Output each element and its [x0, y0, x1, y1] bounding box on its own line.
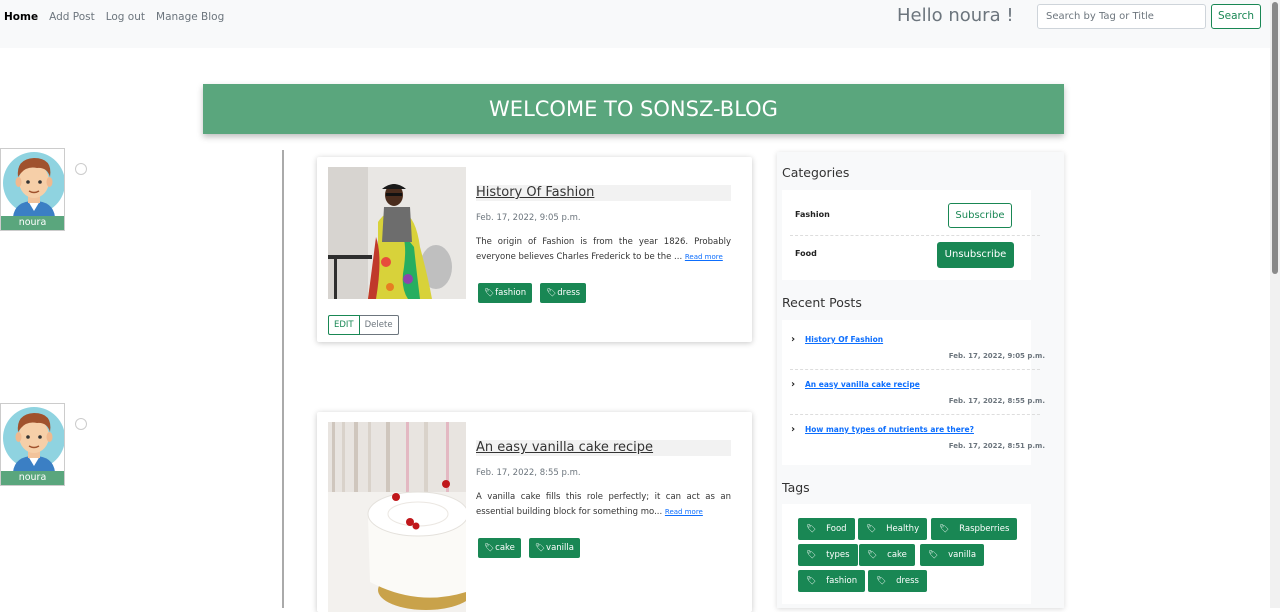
post-tag-label: fashion	[495, 288, 527, 298]
category-name-fashion: Fashion	[795, 210, 830, 219]
nav-add-post-link[interactable]: Add Post	[49, 11, 95, 23]
tag-icon: 🏷︎	[546, 288, 557, 297]
tag-icon: 🏷︎	[484, 288, 495, 297]
recent-post-link[interactable]: History Of Fashion	[805, 335, 883, 344]
page-scrollbar[interactable]	[1270, 0, 1280, 608]
post-tags: 🏷︎cake 🏷︎vanilla	[478, 538, 580, 558]
category-divider	[790, 235, 1040, 236]
avatar-author-name: noura	[1, 216, 64, 230]
tag-icon: 🏷︎	[484, 543, 495, 552]
nav-logout-link[interactable]: Log out	[106, 11, 145, 23]
author-avatar: noura	[0, 403, 65, 486]
timeline-dot	[75, 163, 87, 175]
delete-post-button[interactable]: Delete	[359, 315, 399, 335]
post-excerpt: The origin of Fashion is from the year 1…	[476, 235, 731, 265]
post-title-link[interactable]: An easy vanilla cake recipe	[476, 440, 731, 456]
avatar-author-name: noura	[1, 471, 64, 485]
post-tag-chip[interactable]: 🏷︎fashion	[478, 283, 533, 303]
sidebar-tag-label: dress	[896, 576, 919, 586]
post-tags: 🏷︎fashion 🏷︎dress	[478, 283, 587, 303]
sidebar-tag-chip[interactable]: 🏷︎ vanilla	[920, 544, 985, 566]
sidebar-tag-label: fashion	[826, 576, 858, 586]
sidebar-tag-chip[interactable]: 🏷︎ types	[798, 544, 858, 566]
search-button[interactable]: Search	[1211, 4, 1261, 29]
recent-divider	[790, 369, 1040, 370]
post-card: History Of Fashion Feb. 17, 2022, 9:05 p…	[317, 157, 752, 342]
recent-divider	[790, 414, 1040, 415]
tag-icon: 🏷︎	[939, 524, 950, 533]
top-navbar: Home Add Post Log out Manage Blog Hello …	[0, 0, 1270, 48]
category-name-food: Food	[795, 249, 817, 258]
tag-icon: 🏷︎	[867, 550, 878, 559]
nav-home-link[interactable]: Home	[4, 11, 38, 23]
tag-icon: 🏷︎	[806, 576, 817, 585]
edit-post-button[interactable]: EDIT	[328, 315, 360, 335]
read-more-link[interactable]: Read more	[685, 253, 723, 261]
recent-post-date: Feb. 17, 2022, 8:51 p.m.	[948, 442, 1045, 450]
post-excerpt: A vanilla cake fills this role perfectly…	[476, 490, 731, 520]
sidebar-tag-label: Raspberries	[959, 524, 1010, 534]
post-title-link[interactable]: History Of Fashion	[476, 185, 731, 201]
sidebar-tag-label: types	[826, 550, 850, 560]
sidebar-tag-label: vanilla	[948, 550, 977, 560]
chevron-right-icon: ›	[791, 424, 796, 435]
sidebar-tag-label: Healthy	[886, 524, 920, 534]
tag-icon: 🏷︎	[806, 550, 817, 559]
sidebar-tag-label: cake	[887, 550, 907, 560]
author-avatar: noura	[0, 148, 65, 231]
sidebar: Categories Fashion Subscribe Food Unsubs…	[777, 152, 1064, 608]
recent-post-link[interactable]: An easy vanilla cake recipe	[805, 380, 920, 389]
read-more-link[interactable]: Read more	[665, 508, 703, 516]
tag-icon: 🏷︎	[928, 550, 939, 559]
recent-post-date: Feb. 17, 2022, 9:05 p.m.	[948, 352, 1045, 360]
recent-posts-heading: Recent Posts	[782, 295, 862, 310]
post-image-fashion[interactable]	[328, 167, 466, 299]
sidebar-tag-chip[interactable]: 🏷︎ Raspberries	[931, 518, 1018, 540]
recent-post-date: Feb. 17, 2022, 8:55 p.m.	[948, 397, 1045, 405]
tag-icon: 🏷︎	[866, 524, 877, 533]
post-tag-label: cake	[495, 543, 515, 553]
user-avatar-icon	[3, 407, 64, 472]
edit-delete-group: EDIT Delete	[328, 315, 399, 335]
tag-icon: 🏷︎	[876, 576, 887, 585]
sidebar-tag-chip[interactable]: 🏷︎ Healthy	[858, 518, 928, 540]
chevron-right-icon: ›	[791, 379, 796, 390]
subscribe-button[interactable]: Subscribe	[948, 203, 1012, 228]
nav-manage-blog-link[interactable]: Manage Blog	[156, 11, 224, 23]
greeting-text: Hello noura !	[897, 5, 1014, 26]
chevron-right-icon: ›	[791, 334, 796, 345]
sidebar-tag-chip[interactable]: 🏷︎ dress	[868, 570, 927, 592]
sidebar-tag-chip[interactable]: 🏷︎ fashion	[798, 570, 866, 592]
timeline-line	[282, 150, 284, 608]
search-input[interactable]: Search by Tag or Title	[1037, 4, 1206, 29]
post-tag-label: dress	[557, 288, 581, 298]
user-avatar-icon	[3, 152, 64, 217]
sidebar-tag-label: Food	[826, 524, 847, 534]
scrollbar-thumb[interactable]	[1272, 2, 1278, 274]
unsubscribe-button[interactable]: Unsubscribe	[937, 242, 1014, 268]
recent-post-link[interactable]: How many types of nutrients are there?	[805, 425, 974, 434]
post-date: Feb. 17, 2022, 8:55 p.m.	[476, 468, 581, 478]
timeline-dot	[75, 418, 87, 430]
sidebar-tag-chip[interactable]: 🏷︎ cake	[859, 544, 915, 566]
categories-heading: Categories	[782, 165, 850, 180]
tags-heading: Tags	[782, 480, 810, 495]
welcome-banner: WELCOME TO SONSZ-BLOG	[203, 84, 1064, 134]
post-tag-label: vanilla	[546, 543, 574, 553]
tag-icon: 🏷︎	[534, 543, 546, 552]
post-tag-chip[interactable]: 🏷︎dress	[540, 283, 587, 303]
post-image-cake[interactable]	[328, 422, 466, 612]
post-card: An easy vanilla cake recipe Feb. 17, 202…	[317, 412, 752, 612]
sidebar-tag-chip[interactable]: 🏷︎ Food	[798, 518, 855, 540]
post-tag-chip[interactable]: 🏷︎vanilla	[528, 538, 580, 558]
post-date: Feb. 17, 2022, 9:05 p.m.	[476, 213, 581, 223]
nav-links: Home Add Post Log out Manage Blog	[4, 11, 224, 23]
post-tag-chip[interactable]: 🏷︎cake	[478, 538, 521, 558]
tag-icon: 🏷︎	[806, 524, 817, 533]
